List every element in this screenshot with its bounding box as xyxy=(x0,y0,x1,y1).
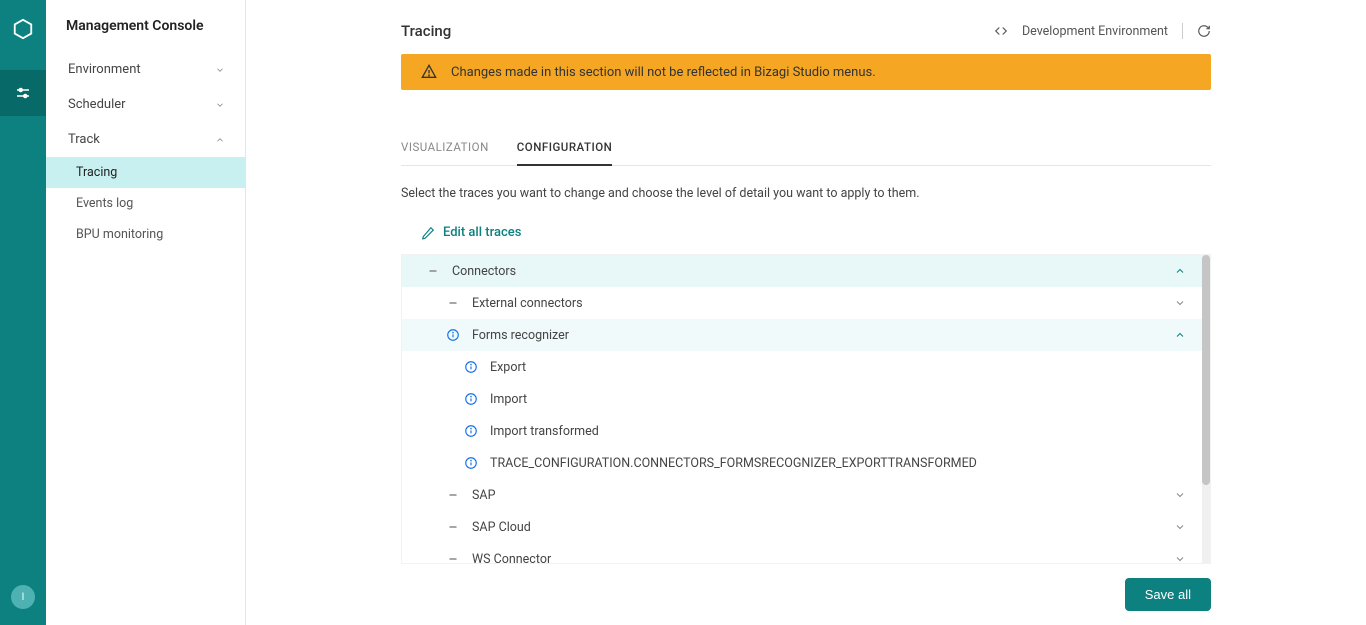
header-actions: Development Environment xyxy=(994,23,1211,39)
main-content: Tracing Development Environment Changes … xyxy=(246,0,1366,625)
sidebar-subitem-bpu-monitoring[interactable]: BPU monitoring xyxy=(46,219,245,250)
tree-row-label: TRACE_CONFIGURATION.CONNECTORS_FORMSRECO… xyxy=(490,456,1186,471)
chevron-down-icon xyxy=(1174,553,1186,564)
chevron-up-icon xyxy=(1174,329,1186,341)
info-icon xyxy=(464,424,478,438)
tree-row-label: SAP xyxy=(472,488,1174,503)
scrollbar[interactable] xyxy=(1202,255,1210,563)
sidebar-item-track[interactable]: Track xyxy=(46,122,245,157)
save-all-button[interactable]: Save all xyxy=(1125,578,1211,611)
instruction-text: Select the traces you want to change and… xyxy=(401,186,1211,201)
page-header: Tracing Development Environment xyxy=(401,22,1211,40)
environment-label[interactable]: Development Environment xyxy=(1022,24,1168,39)
user-badge[interactable]: I xyxy=(11,585,35,609)
nav-rail: I xyxy=(0,0,46,625)
chevron-up-icon xyxy=(215,135,225,145)
minus-icon xyxy=(447,553,459,564)
warning-icon xyxy=(421,64,437,80)
chevron-down-icon xyxy=(1174,521,1186,533)
tree-row[interactable]: External connectors xyxy=(402,287,1210,319)
sidebar-item-environment[interactable]: Environment xyxy=(46,52,245,87)
chevron-down-icon xyxy=(1174,489,1186,501)
tree-row-label: External connectors xyxy=(472,296,1174,311)
tree-row-label: Import xyxy=(490,392,1186,407)
tree-row[interactable]: Export xyxy=(402,351,1210,383)
sidebar-subitem-tracing[interactable]: Tracing xyxy=(46,157,245,188)
minus-icon xyxy=(427,265,439,277)
chevron-up-icon xyxy=(1174,265,1186,277)
chevron-down-icon xyxy=(215,65,225,75)
banner-text: Changes made in this section will not be… xyxy=(451,65,876,80)
refresh-icon[interactable] xyxy=(1197,24,1211,38)
tree-row[interactable]: SAP Cloud xyxy=(402,511,1210,543)
tree-row[interactable]: WS Connector xyxy=(402,543,1210,564)
info-icon xyxy=(464,360,478,374)
tabs: VISUALIZATION CONFIGURATION xyxy=(401,132,1211,166)
pencil-icon xyxy=(421,226,435,240)
tab-visualization[interactable]: VISUALIZATION xyxy=(401,132,489,165)
tree-row[interactable]: Import transformed xyxy=(402,415,1210,447)
tree-row-label: WS Connector xyxy=(472,552,1174,565)
tree-row-label: SAP Cloud xyxy=(472,520,1174,535)
minus-icon xyxy=(447,297,459,309)
warning-banner: Changes made in this section will not be… xyxy=(401,54,1211,90)
tree-row-label: Forms recognizer xyxy=(472,328,1174,343)
chevron-down-icon xyxy=(215,100,225,110)
tree-row[interactable]: Import xyxy=(402,383,1210,415)
sidebar-item-scheduler[interactable]: Scheduler xyxy=(46,87,245,122)
tree-row[interactable]: Forms recognizer xyxy=(402,319,1210,351)
minus-icon xyxy=(447,489,459,501)
trace-tree: Connectors External connectors Forms recog… xyxy=(401,254,1211,564)
info-icon xyxy=(464,456,478,470)
sidebar: Management Console Environment Scheduler… xyxy=(46,0,246,625)
page-title: Tracing xyxy=(401,22,451,40)
edit-all-label: Edit all traces xyxy=(443,225,521,240)
code-icon[interactable] xyxy=(994,24,1008,38)
footer: Save all xyxy=(246,564,1366,625)
info-icon xyxy=(464,392,478,406)
sidebar-item-label: Environment xyxy=(68,62,141,77)
tree-row-label: Export xyxy=(490,360,1186,375)
sidebar-title: Management Console xyxy=(46,18,245,52)
settings-rail-button[interactable] xyxy=(0,70,46,116)
scrollbar-thumb[interactable] xyxy=(1202,255,1210,485)
tab-configuration[interactable]: CONFIGURATION xyxy=(517,132,613,166)
tree-row[interactable]: Connectors xyxy=(402,255,1210,287)
sidebar-subitem-events-log[interactable]: Events log xyxy=(46,188,245,219)
divider xyxy=(1182,23,1183,39)
sidebar-item-label: Scheduler xyxy=(68,97,126,112)
info-icon xyxy=(446,328,460,342)
chevron-down-icon xyxy=(1174,297,1186,309)
tree-row-label: Import transformed xyxy=(490,424,1186,439)
minus-icon xyxy=(447,521,459,533)
tree-row-label: Connectors xyxy=(452,264,1174,279)
logo-icon xyxy=(12,18,34,40)
edit-all-link[interactable]: Edit all traces xyxy=(401,219,1211,254)
sliders-icon xyxy=(14,84,32,102)
tree-row[interactable]: SAP xyxy=(402,479,1210,511)
tree-row[interactable]: TRACE_CONFIGURATION.CONNECTORS_FORMSRECO… xyxy=(402,447,1210,479)
sidebar-item-label: Track xyxy=(68,132,100,147)
